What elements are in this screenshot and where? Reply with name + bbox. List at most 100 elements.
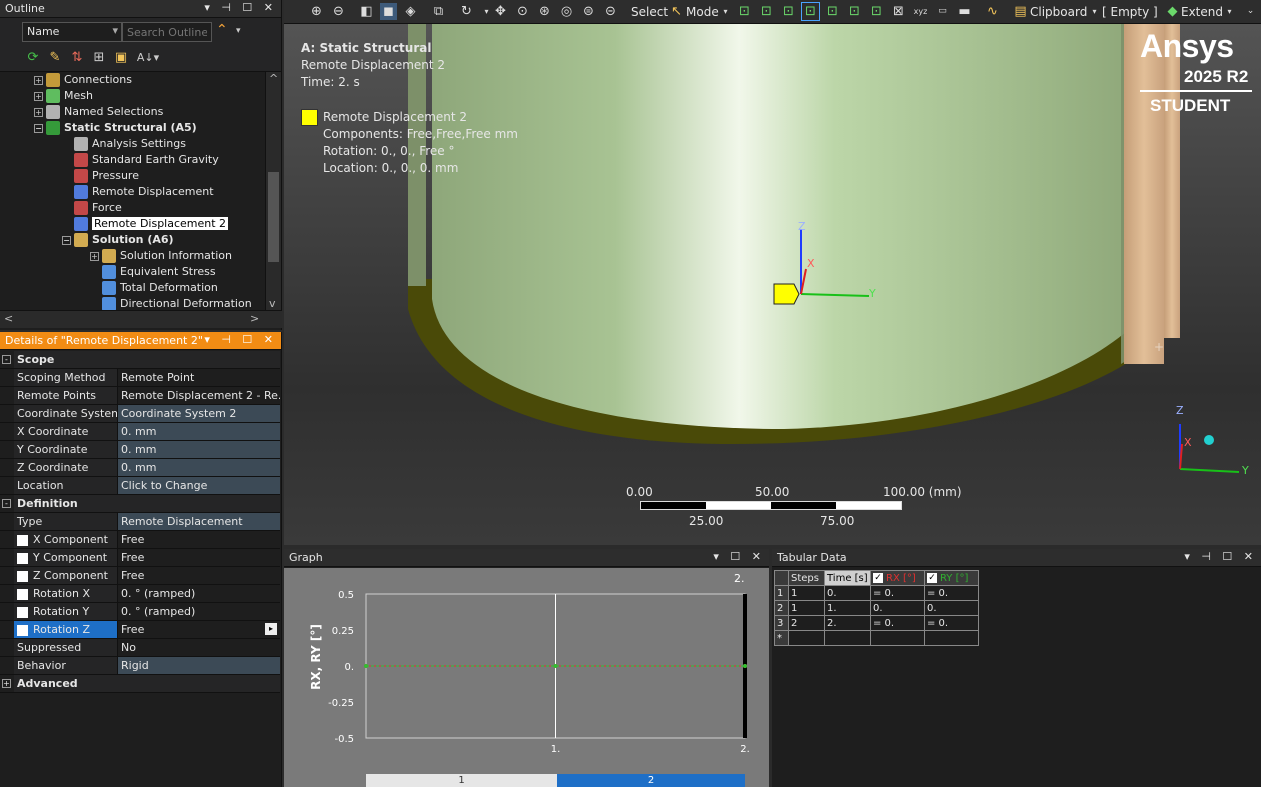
zoom-region-icon[interactable]: ⊜ (580, 3, 597, 20)
table-cell[interactable]: 0. (870, 600, 925, 616)
property-value[interactable]: Rigid (118, 657, 280, 674)
rx-checkbox[interactable]: ✓ (873, 572, 883, 583)
comment-icon[interactable]: ▬ (956, 3, 973, 20)
table-row[interactable]: 1 1 0. = 0. = 0. (774, 585, 979, 601)
step-tab-1[interactable]: 1 (366, 774, 557, 787)
coordinates-icon[interactable]: xyz (912, 3, 929, 20)
property-value[interactable]: No (118, 639, 280, 656)
chevron-down-icon[interactable]: ▾ (236, 26, 241, 36)
alpha-sort-icon[interactable]: A↓▾ (135, 50, 161, 66)
chevron-down-icon[interactable]: ▾ (1221, 3, 1238, 20)
tree-item[interactable]: Standard Earth Gravity (62, 152, 219, 168)
tree-item[interactable]: Remote Displacement (62, 184, 214, 200)
scroll-left-icon[interactable]: < (4, 312, 13, 325)
expand-toggle-icon[interactable]: + (34, 75, 43, 85)
select-all-icon[interactable]: ⊠ (890, 3, 907, 20)
property-value[interactable]: Remote Displacement (118, 513, 280, 530)
scroll-right-icon[interactable]: > (250, 312, 259, 325)
table-cell[interactable]: 2 (788, 615, 825, 631)
tree-item[interactable]: Analysis Settings (62, 136, 186, 152)
tree-item[interactable]: Total Deformation (90, 280, 218, 296)
section-toggle-icon[interactable]: + (2, 679, 11, 688)
table-cell[interactable]: = 0. (924, 585, 979, 601)
property-value[interactable]: 0. mm (118, 459, 280, 476)
tree-item[interactable]: − Solution (A6) (62, 232, 174, 248)
view-cube-icon[interactable]: ◧ (358, 3, 375, 20)
table-cell[interactable] (924, 630, 979, 646)
tree-item[interactable]: − Static Structural (A5) (34, 120, 197, 136)
details-row[interactable]: Location Click to Change (0, 477, 280, 495)
refresh-icon[interactable]: ⟳ (25, 50, 41, 66)
details-section[interactable]: + Advanced (0, 675, 280, 693)
tree-item[interactable]: Equivalent Stress (90, 264, 216, 280)
property-value[interactable]: Remote Displacement 2 - Re... (118, 387, 280, 404)
property-value[interactable]: 0. ° (ramped) (118, 603, 280, 620)
grid-icon[interactable]: ⊞ (91, 50, 107, 66)
tree-item[interactable]: Force (62, 200, 122, 216)
outline-horizontal-scrollbar[interactable]: < > (0, 310, 282, 328)
details-row[interactable]: Rotation Y 0. ° (ramped) (0, 603, 280, 621)
scroll-down-icon[interactable]: v (269, 297, 276, 310)
clipboard-button[interactable]: Clipboard (1030, 3, 1087, 21)
expand-up-icon[interactable]: ⌃ (216, 22, 228, 38)
details-row[interactable]: Scoping Method Remote Point (0, 369, 280, 387)
details-row[interactable]: X Coordinate 0. mm (0, 423, 280, 441)
panel-controls[interactable]: ▾ ☐ ✕ (713, 550, 765, 563)
table-cell[interactable]: 1. (824, 600, 871, 616)
table-cell[interactable]: 0. (924, 600, 979, 616)
table-cell[interactable]: = 0. (870, 615, 925, 631)
tree-item[interactable]: Pressure (62, 168, 139, 184)
mode-button[interactable]: Mode (686, 3, 719, 21)
property-value[interactable]: Remote Point (118, 369, 280, 386)
tree-item[interactable]: + Mesh (34, 88, 93, 104)
table-cell[interactable]: 1 (788, 585, 825, 601)
table-row[interactable]: 2 1 1. 0. 0. (774, 600, 979, 616)
rotate-icon[interactable]: ↻ (458, 3, 475, 20)
select-edge-icon[interactable]: ⊡ (758, 3, 775, 20)
model-geometry[interactable]: + (284, 24, 1261, 545)
expand-toggle-icon[interactable]: + (34, 91, 43, 101)
details-row[interactable]: Y Coordinate 0. mm (0, 441, 280, 459)
zoom-icon[interactable]: ⊙ (514, 3, 531, 20)
details-row[interactable]: Rotation Z Free ▸ (0, 621, 280, 639)
select-mesh-icon[interactable]: ⊡ (868, 3, 885, 20)
sort-icon[interactable]: ⇅ (69, 50, 85, 66)
details-row[interactable]: Z Coordinate 0. mm (0, 459, 280, 477)
property-value[interactable]: Free (118, 549, 280, 566)
details-row[interactable]: Remote Points Remote Displacement 2 - Re.… (0, 387, 280, 405)
step-tab-2[interactable]: 2 (557, 774, 745, 787)
select-body-icon[interactable]: ⊡ (801, 2, 820, 21)
table-cell[interactable] (870, 630, 925, 646)
select-button[interactable]: Select (631, 3, 668, 21)
ry-checkbox[interactable]: ✓ (927, 572, 937, 583)
details-row[interactable]: Coordinate System Coordinate System 2 (0, 405, 280, 423)
section-icon[interactable]: ⧉ (430, 3, 447, 20)
details-section[interactable]: - Scope (0, 351, 280, 369)
zoom-box-icon[interactable]: ⊛ (536, 3, 553, 20)
select-face-icon[interactable]: ⊡ (780, 3, 797, 20)
details-section[interactable]: - Definition (0, 495, 280, 513)
search-outline-input[interactable] (122, 22, 212, 42)
parameter-checkbox[interactable] (17, 624, 28, 636)
details-row[interactable]: Z Component Free (0, 567, 280, 585)
tree-item[interactable]: + Connections (34, 72, 132, 88)
property-value[interactable]: Click to Change (118, 477, 280, 494)
chart-icon[interactable]: ∿ (984, 3, 1001, 20)
panel-controls[interactable]: ▾ ⊣ ☐ ✕ (204, 1, 277, 14)
property-value[interactable]: 0. mm (118, 441, 280, 458)
row-number-cell[interactable]: * (774, 630, 789, 646)
parameter-checkbox[interactable] (17, 534, 28, 546)
eraser-icon[interactable]: ✎ (47, 50, 63, 66)
table-cell[interactable]: 0. (824, 585, 871, 601)
dropdown-arrow-icon[interactable]: ▸ (265, 623, 277, 635)
header-rx[interactable]: ✓ RX [°] (870, 570, 925, 586)
folder-icon[interactable]: ▣ (113, 50, 129, 66)
table-cell[interactable]: 1 (788, 600, 825, 616)
tree-item[interactable]: Remote Displacement 2 (62, 216, 229, 232)
row-number-cell[interactable]: 1 (774, 585, 789, 601)
magnifier-icon[interactable]: ⊝ (602, 3, 619, 20)
chevron-down-icon[interactable]: ▾ (1086, 3, 1103, 20)
table-row[interactable]: * (774, 630, 979, 646)
details-row[interactable]: Rotation X 0. ° (ramped) (0, 585, 280, 603)
table-cell[interactable]: = 0. (924, 615, 979, 631)
